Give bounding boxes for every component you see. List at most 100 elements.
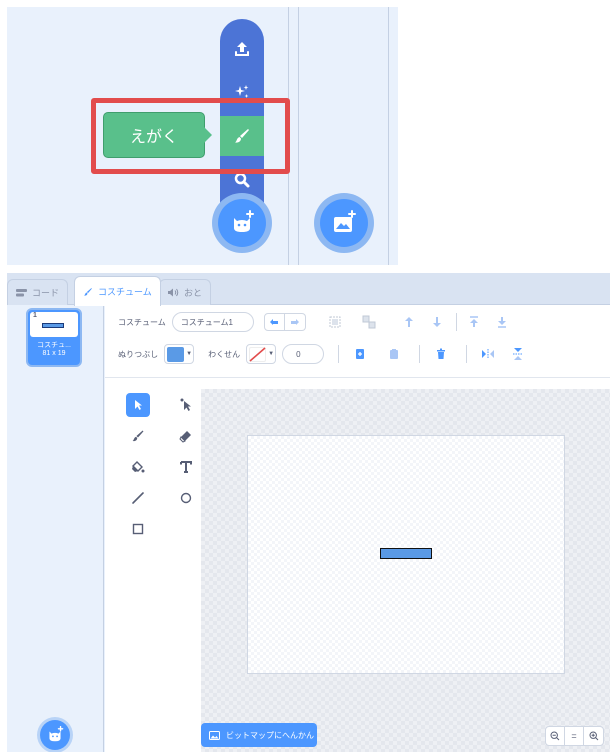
brush-icon	[132, 430, 144, 442]
backward-icon	[432, 317, 441, 327]
zoom-out-icon	[550, 731, 560, 741]
text-tool[interactable]	[174, 455, 198, 479]
drawing-canvas[interactable]	[247, 435, 565, 674]
zoom-in-icon	[588, 731, 598, 741]
costume-name-input[interactable]: コスチューム1	[171, 312, 254, 332]
image-icon	[209, 730, 220, 740]
zoom-out-button[interactable]	[546, 727, 565, 745]
tab-sounds[interactable]: おと	[159, 279, 212, 305]
costume-item[interactable]: 1 コスチュ... 81 x 19	[26, 308, 82, 367]
reshape-icon	[180, 398, 191, 411]
undo-icon	[270, 319, 279, 325]
reshape-tool[interactable]	[174, 393, 198, 417]
back-icon	[497, 317, 506, 328]
toolbar-divider	[338, 345, 340, 363]
outline-width-input[interactable]: 0	[282, 344, 325, 364]
tab-sounds-label: おと	[184, 288, 203, 298]
chevron-down-icon: ▼	[268, 351, 275, 357]
group-button[interactable]	[324, 313, 346, 331]
costume-number: 1	[33, 312, 37, 319]
cat-plus-icon	[234, 210, 254, 232]
toolbar-divider	[105, 377, 610, 378]
undo-redo-group	[263, 313, 306, 331]
paste-icon	[390, 349, 399, 359]
select-tool[interactable]	[126, 393, 150, 417]
tab-costumes[interactable]: コスチューム	[74, 276, 161, 306]
forward-icon	[404, 317, 413, 327]
upload-icon	[235, 42, 249, 56]
convert-to-bitmap-button[interactable]: ビットマップにへんかん	[201, 723, 317, 747]
backward-button[interactable]	[426, 313, 448, 331]
upload-sprite-button[interactable]	[220, 29, 264, 69]
eraser-icon	[179, 431, 191, 443]
tab-code-label: コード	[32, 288, 60, 298]
costume-name: コスチュ...	[37, 342, 71, 349]
copy-button[interactable]	[349, 345, 371, 363]
rectangle-tool[interactable]	[126, 517, 150, 541]
toolbar-row-1: コスチューム コスチューム1	[105, 311, 513, 333]
highlight-box	[91, 98, 290, 174]
toolbar-divider	[419, 345, 421, 363]
trash-icon	[437, 348, 446, 359]
rectangle-icon	[132, 523, 144, 535]
canvas-area[interactable]	[201, 389, 610, 752]
delete-button[interactable]	[430, 345, 452, 363]
ungroup-button[interactable]	[358, 313, 380, 331]
speaker-icon	[168, 288, 179, 297]
code-icon	[16, 288, 27, 296]
costume-list: 1 コスチュ... 81 x 19	[7, 305, 104, 752]
text-icon	[180, 461, 192, 473]
choose-backdrop-button[interactable]	[314, 193, 374, 253]
copy-icon	[356, 349, 365, 359]
line-tool[interactable]	[126, 486, 150, 510]
costume-thumbnail: 1	[30, 312, 78, 337]
costume-size: 81 x 19	[42, 350, 66, 357]
redo-icon	[290, 319, 299, 325]
flip-vertical-button[interactable]	[507, 345, 529, 363]
front-button[interactable]	[463, 313, 485, 331]
outline-label: わくせん	[208, 349, 241, 359]
bucket-icon	[132, 461, 145, 473]
arrow-cursor-icon	[135, 400, 142, 410]
flip-horizontal-button[interactable]	[477, 345, 499, 363]
circle-icon	[180, 492, 192, 504]
pane-divider	[298, 7, 299, 265]
circle-tool[interactable]	[174, 486, 198, 510]
fill-tool[interactable]	[126, 455, 150, 479]
costume-name-label: コスチューム	[118, 317, 166, 327]
undo-button[interactable]	[263, 313, 285, 331]
back-button[interactable]	[491, 313, 513, 331]
eraser-tool[interactable]	[174, 424, 198, 448]
convert-to-bitmap-label: ビットマップにへんかん	[226, 730, 314, 740]
fill-swatch	[167, 346, 185, 362]
toolbar-row-2: ぬりつぶし ▼ わくせん ▼ 0	[105, 342, 529, 366]
no-color-swatch	[249, 346, 267, 362]
choose-sprite-button[interactable]	[212, 193, 272, 253]
tab-costumes-label: コスチューム	[98, 287, 152, 297]
zoom-in-button[interactable]	[584, 727, 603, 745]
tab-bar: コード コスチューム おと	[7, 273, 610, 306]
tab-code[interactable]: コード	[7, 279, 69, 305]
cat-plus-icon	[49, 726, 64, 742]
rectangle-shape[interactable]	[380, 548, 432, 559]
zoom-controls: =	[545, 726, 604, 746]
forward-button[interactable]	[398, 313, 420, 331]
brush-tool[interactable]	[126, 424, 150, 448]
costume-thumb-shape	[42, 323, 64, 328]
add-costume-button[interactable]	[40, 720, 70, 750]
fill-color-picker[interactable]: ▼	[164, 344, 195, 364]
outline-color-picker[interactable]: ▼	[246, 344, 277, 364]
chevron-down-icon: ▼	[186, 351, 193, 357]
paste-button[interactable]	[383, 345, 405, 363]
image-plus-icon	[334, 210, 356, 232]
zoom-reset-button[interactable]: =	[565, 727, 584, 745]
flip-horizontal-icon	[482, 349, 495, 359]
redo-button[interactable]	[284, 313, 306, 331]
front-icon	[469, 316, 478, 327]
brush-icon	[84, 287, 92, 296]
line-icon	[132, 492, 144, 504]
pane-divider	[388, 7, 389, 265]
flip-vertical-icon	[513, 348, 524, 360]
costume-editor: コード コスチューム おと 1 コスチュ... 81 x 19 コスチューム コ…	[7, 273, 610, 752]
sprite-pane: えがく	[7, 7, 398, 265]
